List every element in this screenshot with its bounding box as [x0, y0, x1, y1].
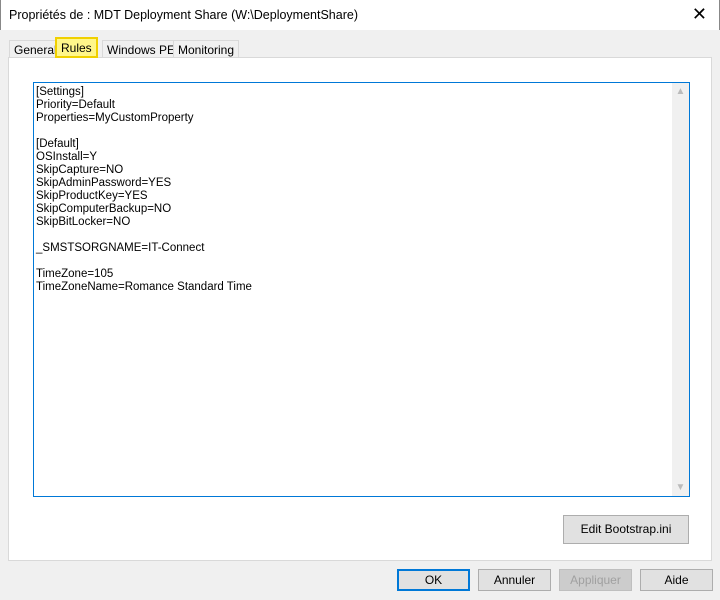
rules-textarea[interactable]: [Settings] Priority=Default Properties=M…	[33, 82, 690, 497]
apply-button[interactable]: Appliquer	[559, 569, 632, 591]
tab-monitoring[interactable]: Monitoring	[173, 40, 240, 58]
rules-text[interactable]: [Settings] Priority=Default Properties=M…	[36, 86, 252, 294]
window-title: Propriétés de : MDT Deployment Share (W:…	[9, 8, 358, 22]
ok-button[interactable]: OK	[397, 569, 470, 591]
tab-windows-pe[interactable]: Windows PE	[102, 40, 181, 58]
vertical-scrollbar[interactable]: ▲ ▼	[672, 83, 689, 496]
tab-rules[interactable]: Rules	[55, 37, 98, 58]
help-button[interactable]: Aide	[640, 569, 713, 591]
tab-general[interactable]: General	[9, 40, 62, 58]
cancel-button[interactable]: Annuler	[478, 569, 551, 591]
scroll-down-icon[interactable]: ▼	[672, 479, 689, 496]
title-bar: Propriétés de : MDT Deployment Share (W:…	[0, 0, 720, 30]
scroll-up-icon[interactable]: ▲	[672, 83, 689, 100]
edit-bootstrap-button[interactable]: Edit Bootstrap.ini	[563, 515, 689, 544]
close-icon[interactable]: ✕	[692, 4, 707, 25]
